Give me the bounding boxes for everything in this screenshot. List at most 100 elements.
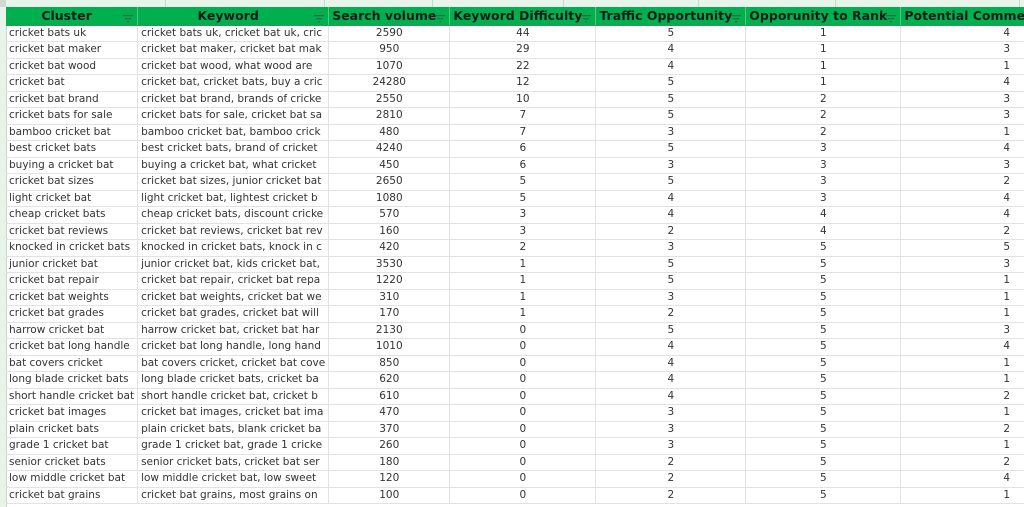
- cell-keyword[interactable]: knocked in cricket bats, knock in c: [137, 239, 330, 257]
- cell-potential-commercial-value[interactable]: 3: [900, 41, 1024, 59]
- cell-keyword-difficulty[interactable]: 0: [449, 322, 597, 339]
- cell-opportunity-to-rank[interactable]: 1: [745, 41, 902, 59]
- cell-opportunity-to-rank[interactable]: 3: [745, 190, 902, 207]
- cell-keyword-difficulty[interactable]: 0: [449, 487, 597, 504]
- cell-opportunity-to-rank[interactable]: 5: [745, 421, 902, 438]
- cell-search-volume[interactable]: 1220: [328, 272, 451, 290]
- cell-keyword[interactable]: grade 1 cricket bat, grade 1 cricke: [137, 437, 330, 455]
- cell-potential-commercial-value[interactable]: 3: [900, 157, 1024, 174]
- cell-potential-commercial-value[interactable]: 2: [900, 173, 1024, 191]
- cell-keyword[interactable]: buying a cricket bat, what cricket: [137, 157, 330, 174]
- cell-search-volume[interactable]: 620: [328, 371, 451, 389]
- cell-search-volume[interactable]: 260: [328, 437, 451, 455]
- cell-cluster[interactable]: harrow cricket bat: [6, 322, 139, 339]
- cell-search-volume[interactable]: 3530: [328, 256, 451, 273]
- cell-cluster[interactable]: light cricket bat: [6, 190, 139, 207]
- cell-potential-commercial-value[interactable]: 4: [900, 190, 1024, 207]
- column-header-keyword[interactable]: Keyword: [137, 7, 330, 26]
- filter-icon[interactable]: [731, 11, 742, 23]
- cell-opportunity-to-rank[interactable]: 5: [745, 322, 902, 339]
- cell-cluster[interactable]: cheap cricket bats: [6, 206, 139, 224]
- cell-opportunity-to-rank[interactable]: 5: [745, 487, 902, 504]
- cell-search-volume[interactable]: 170: [328, 305, 451, 323]
- column-divider[interactable]: [432, 0, 433, 7]
- cell-search-volume[interactable]: 450: [328, 157, 451, 174]
- cell-cluster[interactable]: cricket bat weights: [6, 289, 139, 306]
- cell-opportunity-to-rank[interactable]: 5: [745, 437, 902, 455]
- cell-keyword-difficulty[interactable]: 44: [449, 25, 597, 42]
- cell-keyword[interactable]: senior cricket bats, cricket bat ser: [137, 454, 330, 471]
- cell-traffic-opportunity[interactable]: 4: [595, 58, 747, 75]
- cell-keyword-difficulty[interactable]: 7: [449, 124, 597, 141]
- column-divider[interactable]: [1019, 0, 1020, 7]
- cell-opportunity-to-rank[interactable]: 2: [745, 124, 902, 141]
- cell-keyword[interactable]: best cricket bats, brand of cricket: [137, 140, 330, 158]
- cell-keyword[interactable]: cricket bats for sale, cricket bat sa: [137, 107, 330, 125]
- cell-keyword-difficulty[interactable]: 0: [449, 470, 597, 488]
- cell-cluster[interactable]: long blade cricket bats: [6, 371, 139, 389]
- cell-keyword-difficulty[interactable]: 3: [449, 223, 597, 240]
- cell-search-volume[interactable]: 2550: [328, 91, 451, 108]
- cell-traffic-opportunity[interactable]: 3: [595, 421, 747, 438]
- column-header-search-volume[interactable]: Search volume: [328, 7, 451, 26]
- column-header-opportunity-to-rank[interactable]: Opporunity to Rank: [745, 7, 902, 26]
- cell-search-volume[interactable]: 370: [328, 421, 451, 438]
- cell-keyword-difficulty[interactable]: 10: [449, 91, 597, 108]
- cell-keyword[interactable]: cricket bat wood, what wood are: [137, 58, 330, 75]
- cell-potential-commercial-value[interactable]: 3: [900, 91, 1024, 108]
- cell-keyword[interactable]: long blade cricket bats, cricket ba: [137, 371, 330, 389]
- cell-opportunity-to-rank[interactable]: 4: [745, 206, 902, 224]
- cell-traffic-opportunity[interactable]: 5: [595, 140, 747, 158]
- cell-traffic-opportunity[interactable]: 3: [595, 124, 747, 141]
- cell-potential-commercial-value[interactable]: 2: [900, 454, 1024, 471]
- cell-opportunity-to-rank[interactable]: 5: [745, 388, 902, 405]
- cell-keyword-difficulty[interactable]: 0: [449, 371, 597, 389]
- cell-traffic-opportunity[interactable]: 3: [595, 289, 747, 306]
- cell-search-volume[interactable]: 570: [328, 206, 451, 224]
- cell-search-volume[interactable]: 310: [328, 289, 451, 306]
- cell-keyword[interactable]: cricket bat brand, brands of cricke: [137, 91, 330, 108]
- cell-search-volume[interactable]: 24280: [328, 74, 451, 92]
- cell-keyword[interactable]: cricket bat sizes, junior cricket bat: [137, 173, 330, 191]
- column-header-traffic-opportunity[interactable]: Traffic Opportunity: [595, 7, 747, 26]
- cell-keyword[interactable]: short handle cricket bat, cricket b: [137, 388, 330, 405]
- cell-traffic-opportunity[interactable]: 4: [595, 355, 747, 372]
- cell-traffic-opportunity[interactable]: 3: [595, 437, 747, 455]
- cell-search-volume[interactable]: 470: [328, 404, 451, 422]
- cell-potential-commercial-value[interactable]: 3: [900, 256, 1024, 273]
- cell-potential-commercial-value[interactable]: 1: [900, 437, 1024, 455]
- cell-potential-commercial-value[interactable]: 1: [900, 355, 1024, 372]
- cell-opportunity-to-rank[interactable]: 5: [745, 355, 902, 372]
- cell-keyword-difficulty[interactable]: 7: [449, 107, 597, 125]
- cell-potential-commercial-value[interactable]: 2: [900, 223, 1024, 240]
- cell-cluster[interactable]: cricket bat repair: [6, 272, 139, 290]
- cell-keyword-difficulty[interactable]: 1: [449, 272, 597, 290]
- cell-keyword-difficulty[interactable]: 3: [449, 206, 597, 224]
- cell-search-volume[interactable]: 1010: [328, 338, 451, 356]
- cell-opportunity-to-rank[interactable]: 5: [745, 239, 902, 257]
- cell-search-volume[interactable]: 420: [328, 239, 451, 257]
- cell-cluster[interactable]: cricket bat reviews: [6, 223, 139, 240]
- cell-keyword[interactable]: cricket bat weights, cricket bat we: [137, 289, 330, 306]
- cell-keyword-difficulty[interactable]: 2: [449, 239, 597, 257]
- cell-keyword[interactable]: cheap cricket bats, discount cricke: [137, 206, 330, 224]
- cell-cluster[interactable]: bat covers cricket: [6, 355, 139, 372]
- cell-keyword-difficulty[interactable]: 0: [449, 338, 597, 356]
- cell-keyword[interactable]: low middle cricket bat, low sweet: [137, 470, 330, 488]
- cell-traffic-opportunity[interactable]: 2: [595, 470, 747, 488]
- cell-cluster[interactable]: cricket bat long handle: [6, 338, 139, 356]
- cell-keyword-difficulty[interactable]: 22: [449, 58, 597, 75]
- filter-icon[interactable]: [581, 11, 592, 23]
- cell-opportunity-to-rank[interactable]: 1: [745, 25, 902, 42]
- cell-opportunity-to-rank[interactable]: 5: [745, 338, 902, 356]
- cell-opportunity-to-rank[interactable]: 1: [745, 74, 902, 92]
- cell-traffic-opportunity[interactable]: 2: [595, 305, 747, 323]
- cell-cluster[interactable]: low middle cricket bat: [6, 470, 139, 488]
- cell-cluster[interactable]: senior cricket bats: [6, 454, 139, 471]
- cell-traffic-opportunity[interactable]: 4: [595, 388, 747, 405]
- cell-cluster[interactable]: cricket bats for sale: [6, 107, 139, 125]
- cell-keyword-difficulty[interactable]: 0: [449, 437, 597, 455]
- cell-cluster[interactable]: plain cricket bats: [6, 421, 139, 438]
- filter-icon[interactable]: [435, 11, 446, 23]
- cell-cluster[interactable]: cricket bats uk: [6, 25, 139, 42]
